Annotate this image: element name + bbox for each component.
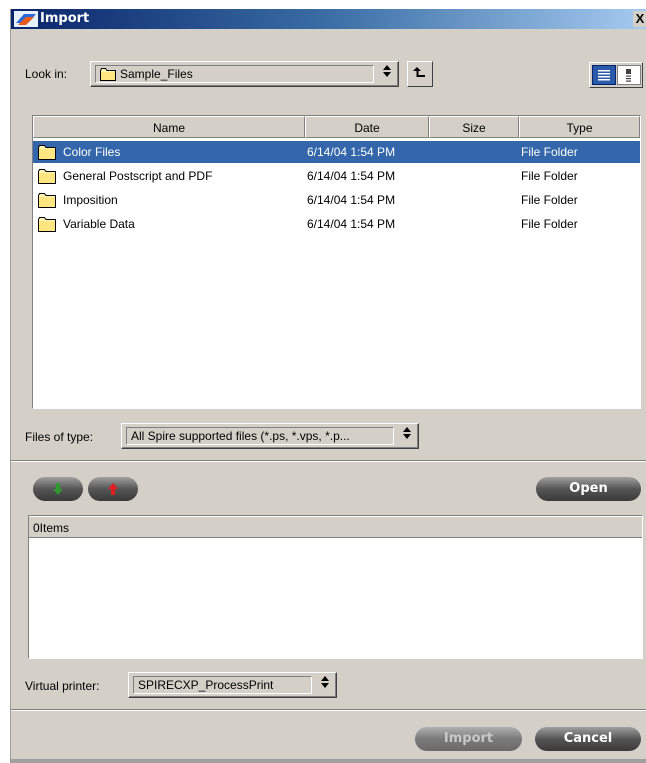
files-of-type-select[interactable]: All Spire supported files (*.ps, *.vps, … [121,423,419,449]
window-title: Import [40,11,90,26]
cancel-button[interactable]: Cancel [535,727,641,751]
file-name: Variable Data [63,217,135,231]
file-name: Imposition [63,193,118,207]
file-type: File Folder [521,217,578,231]
column-header-name[interactable]: Name [33,116,305,138]
file-row[interactable]: Variable Data 6/14/04 1:54 PM File Folde… [33,213,640,235]
close-button[interactable]: X [633,11,646,27]
column-header-type[interactable]: Type [519,116,640,138]
look-in-select[interactable]: Sample_Files [90,61,399,87]
folder-icon [38,145,56,160]
files-of-type-value: All Spire supported files (*.ps, *.vps, … [131,429,350,443]
chevron-updown-icon [382,65,392,82]
app-logo-icon [14,11,38,27]
look-in-label: Look in: [25,67,68,81]
folder-icon [38,169,56,184]
folder-icon [38,193,56,208]
column-header-date[interactable]: Date [305,116,429,138]
up-folder-button[interactable] [407,61,433,87]
file-name: Color Files [63,145,121,159]
items-header: 0Items [29,516,642,538]
items-list[interactable]: 0Items [28,515,643,659]
import-dialog: Import X Look in: Sample_Files Name Date… [10,9,646,763]
chevron-updown-icon [320,676,330,693]
list-icon [598,70,610,81]
window-bottom-edge [11,759,646,763]
file-type: File Folder [521,193,578,207]
file-date: 6/14/04 1:54 PM [307,145,396,159]
files-of-type-label: Files of type: [25,430,94,444]
details-icon [626,69,631,82]
file-date: 6/14/04 1:54 PM [307,169,396,183]
virtual-printer-value: SPIRECXP_ProcessPrint [138,678,274,692]
file-row[interactable]: General Postscript and PDF 6/14/04 1:54 … [33,165,640,187]
open-button[interactable]: Open [536,477,641,501]
file-row[interactable]: Color Files 6/14/04 1:54 PM File Folder [33,141,640,163]
file-type: File Folder [521,169,578,183]
up-arrow-icon [108,483,118,495]
file-name: General Postscript and PDF [63,169,213,183]
up-arrow-icon [413,67,425,77]
title-bar: Import X [11,9,646,29]
file-list[interactable]: Name Date Size Type Color Files 6/14/04 … [32,115,641,409]
details-view-button[interactable] [617,65,641,85]
import-button[interactable]: Import [415,727,522,751]
add-item-button[interactable] [33,477,83,501]
virtual-printer-label: Virtual printer: [25,679,100,693]
look-in-value: Sample_Files [120,67,193,81]
file-date: 6/14/04 1:54 PM [307,193,396,207]
remove-item-button[interactable] [88,477,138,501]
footer-divider [11,709,646,711]
down-arrow-icon [53,483,63,495]
column-header-size[interactable]: Size [429,116,519,138]
folder-icon [100,68,116,81]
virtual-printer-select[interactable]: SPIRECXP_ProcessPrint [128,672,337,698]
file-row[interactable]: Imposition 6/14/04 1:54 PM File Folder [33,189,640,211]
section-divider [11,460,646,462]
folder-icon [38,217,56,232]
view-mode-toggle[interactable] [589,62,643,88]
list-view-button[interactable] [592,65,616,85]
file-date: 6/14/04 1:54 PM [307,217,396,231]
chevron-updown-icon [402,427,412,444]
file-type: File Folder [521,145,578,159]
